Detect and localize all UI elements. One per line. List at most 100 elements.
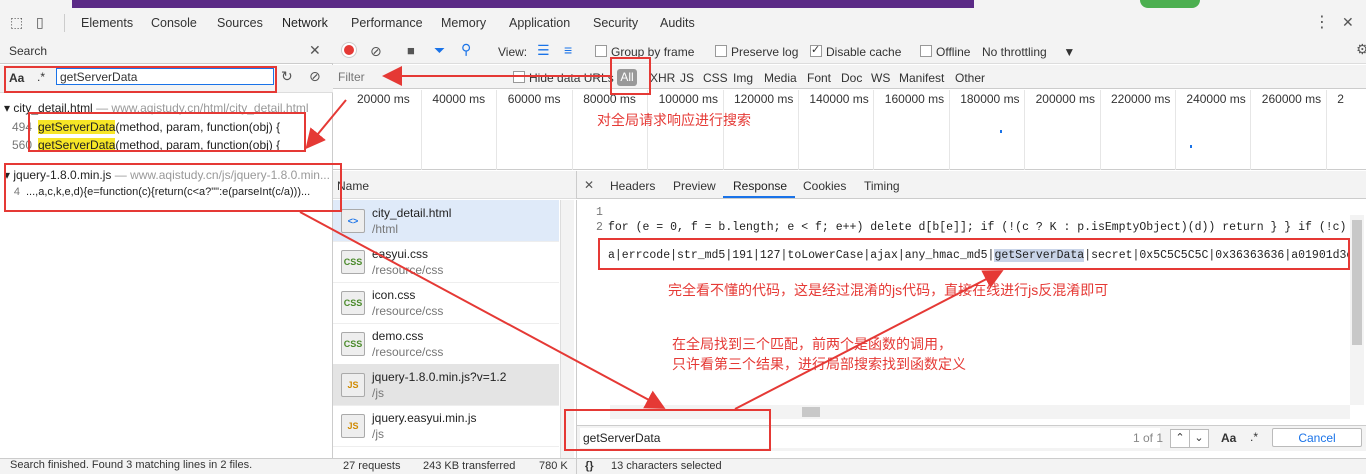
record-icon[interactable] [342, 43, 356, 57]
close-icon[interactable]: ✕ [584, 178, 594, 192]
find-match-case-toggle[interactable]: Aa [1221, 431, 1236, 445]
timeline-tick-label: 100000 ms [658, 92, 718, 106]
line-number: 1 [596, 206, 603, 219]
timeline-gridline [798, 90, 799, 170]
request-name: city_detail.html [372, 206, 452, 220]
tab-cookies[interactable]: Cookies [803, 179, 846, 193]
request-row[interactable]: JS jquery-1.8.0.min.js?v=1.2 /js [333, 364, 559, 406]
close-icon[interactable]: ✕ [309, 42, 321, 59]
selection-status: 13 characters selected [611, 460, 722, 472]
checkbox-label: Preserve log [731, 45, 799, 59]
resource-size: 780 K [539, 460, 568, 472]
request-row[interactable]: CSS easyui.css /resource/css [333, 241, 559, 283]
request-row[interactable]: CSS icon.css /resource/css [333, 282, 559, 324]
view-label: View: [498, 45, 528, 59]
throttling-select[interactable]: No throttling ▼ [982, 45, 1075, 59]
inspect-element-icon[interactable]: ⬚ [10, 14, 23, 31]
search-icon[interactable]: ⚲ [461, 41, 471, 58]
disable-cache-checkbox[interactable]: Disable cache [810, 43, 902, 59]
refresh-icon[interactable]: ↻ [281, 68, 293, 85]
tab-timing[interactable]: Timing [864, 179, 900, 193]
filter-type-other[interactable]: Other [955, 71, 985, 85]
timeline-gridline [1325, 90, 1327, 170]
horizontal-scroll-thumb[interactable] [802, 407, 820, 417]
timeline-tick-label: 120000 ms [734, 92, 794, 106]
offline-checkbox[interactable]: Offline [920, 45, 970, 59]
filter-type-manifest[interactable]: Manifest [899, 71, 944, 85]
tab-preview[interactable]: Preview [673, 179, 716, 193]
filter-type-img[interactable]: Img [733, 71, 753, 85]
annotation-box-search-input [4, 66, 277, 93]
close-devtools-icon[interactable]: ✕ [1342, 14, 1354, 31]
page-decoration [1140, 0, 1200, 8]
waterfall-icon[interactable]: ≡ [564, 42, 572, 58]
network-status: 27 requests 243 KB transferred 780 K [333, 458, 576, 474]
tab-security[interactable]: Security [593, 16, 638, 30]
divider [64, 14, 65, 32]
filter-type-xhr[interactable]: XHR [650, 71, 675, 85]
timeline-gridline [1024, 90, 1026, 170]
filter-type-font[interactable]: Font [807, 71, 831, 85]
checkbox-icon [715, 45, 727, 57]
tab-performance[interactable]: Performance [351, 16, 423, 30]
request-row[interactable]: JS jquery.easyui.min.js /js [333, 405, 559, 447]
search-panel-header: Search ✕ [0, 40, 333, 64]
timeline-gridline [873, 90, 875, 170]
filter-icon[interactable]: ⏷ [434, 42, 445, 59]
css-file-icon: CSS [341, 291, 365, 315]
request-row[interactable]: <> city_detail.html /html [333, 200, 559, 242]
js-file-icon: JS [341, 414, 365, 438]
tab-sources[interactable]: Sources [217, 16, 263, 30]
active-tab-indicator [723, 196, 795, 198]
timeline-tick-label: 200000 ms [1035, 92, 1095, 106]
requests-header[interactable]: Name [333, 171, 576, 199]
tab-elements[interactable]: Elements [81, 16, 133, 30]
annotation-box-third-match [4, 163, 342, 212]
search-panel-title: Search [9, 44, 48, 58]
cancel-button[interactable]: Cancel [1272, 428, 1362, 447]
filter-type-js[interactable]: JS [680, 71, 694, 85]
tab-console[interactable]: Console [151, 16, 197, 30]
filter-type-doc[interactable]: Doc [841, 71, 862, 85]
large-rows-icon[interactable]: ☰ [537, 42, 550, 59]
checkbox-label: Disable cache [826, 45, 902, 59]
settings-icon[interactable]: ⚙ [1356, 41, 1366, 58]
find-next-icon[interactable]: ⌄ [1189, 429, 1209, 448]
filter-type-ws[interactable]: WS [871, 71, 890, 85]
tab-network[interactable]: Network [282, 16, 328, 30]
chevron-down-icon: ▼ [1063, 45, 1076, 59]
request-path: /resource/css [372, 345, 444, 359]
annotation-note-matches-line2: 只许看第三个结果，进行局部搜索找到函数定义 [672, 356, 966, 372]
find-regex-toggle[interactable]: .* [1250, 430, 1258, 444]
preserve-log-checkbox[interactable]: Preserve log [715, 45, 798, 59]
tab-audits[interactable]: Audits [660, 16, 695, 30]
code-line[interactable]: for (e = 0, f = b.length; e < f; e++) de… [608, 221, 1350, 234]
checkbox-label: Hide data URLs [529, 71, 614, 85]
camera-icon[interactable]: ■ [407, 43, 415, 58]
tab-headers[interactable]: Headers [610, 179, 655, 193]
hide-data-urls-checkbox[interactable]: Hide data URLs [513, 71, 614, 85]
pretty-print-icon[interactable]: {} [585, 460, 594, 472]
throttling-value: No throttling [982, 45, 1047, 59]
tab-memory[interactable]: Memory [441, 16, 486, 30]
filter-type-css[interactable]: CSS [703, 71, 728, 85]
filter-input[interactable] [336, 68, 506, 86]
device-toolbar-icon[interactable]: ▯ [36, 14, 44, 31]
clear-icon[interactable]: ⊘ [309, 68, 321, 85]
request-path: /resource/css [372, 304, 444, 318]
request-row[interactable]: CSS demo.css /resource/css [333, 323, 559, 365]
tab-response[interactable]: Response [733, 179, 787, 193]
request-name: jquery.easyui.min.js [372, 411, 477, 425]
annotation-note-obfuscated: 完全看不懂的代码，这是经过混淆的js代码，直接在线进行js反混淆即可 [668, 282, 1109, 298]
filter-type-media[interactable]: Media [764, 71, 797, 85]
timeline-mark [1190, 145, 1192, 148]
vertical-scroll-thumb[interactable] [1352, 220, 1362, 345]
clear-log-icon[interactable]: ⊘ [370, 43, 382, 60]
annotation-box-find-input [564, 409, 771, 451]
tab-application[interactable]: Application [509, 16, 570, 30]
timeline-tick-label: 20000 ms [357, 92, 410, 106]
annotation-box-obfuscated-code [598, 238, 1350, 270]
more-options-icon[interactable]: ⋮ [1314, 12, 1330, 32]
request-path: /js [372, 386, 384, 400]
find-prev-icon[interactable]: ⌃ [1170, 429, 1190, 448]
